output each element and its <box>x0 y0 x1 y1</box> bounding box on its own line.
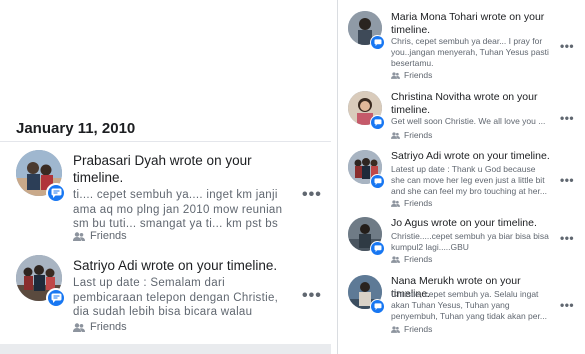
comment-bubble-icon <box>46 288 66 308</box>
post-title[interactable]: Satriyo Adi wrote on your timeline. <box>391 150 551 163</box>
post-body: Get well soon Christie. We all love you … <box>391 116 546 126</box>
privacy-text: Friends <box>404 254 433 264</box>
privacy-text: Friends <box>90 321 127 333</box>
privacy-text: Friends <box>90 230 127 242</box>
more-options-icon[interactable]: ••• <box>302 186 322 204</box>
post-title[interactable]: Satriyo Adi wrote on your timeline. <box>73 257 283 274</box>
friends-icon <box>391 199 400 207</box>
comment-bubble-icon <box>370 35 385 50</box>
divider <box>0 141 331 142</box>
privacy-text: Friends <box>404 324 433 334</box>
privacy-label[interactable]: Friends <box>391 198 432 208</box>
date-header: January 11, 2010 <box>16 120 136 137</box>
post-body: Latest up date : Thank u God because she… <box>391 164 547 196</box>
comment-bubble-icon <box>46 183 66 203</box>
more-options-icon[interactable]: ••• <box>560 298 574 312</box>
privacy-label[interactable]: Friends <box>391 254 432 264</box>
post-body: Christie.....cepet sembuh ya biar bisa b… <box>391 231 549 252</box>
privacy-label[interactable]: Friends <box>391 324 432 334</box>
friends-icon <box>73 322 85 332</box>
privacy-text: Friends <box>404 198 433 208</box>
comment-bubble-icon <box>370 241 385 256</box>
more-options-icon[interactable]: ••• <box>560 173 574 187</box>
privacy-label[interactable]: Friends <box>73 230 127 242</box>
more-options-icon[interactable]: ••• <box>302 287 322 305</box>
comment-bubble-icon <box>370 299 385 314</box>
privacy-label[interactable]: Friends <box>391 130 432 140</box>
friends-icon <box>391 325 400 333</box>
friends-icon <box>391 255 400 263</box>
more-options-icon[interactable]: ••• <box>560 39 574 53</box>
left-timeline-panel: January 11, 2010 Prabasari Dyah wrote on… <box>0 0 331 354</box>
comment-bubble-icon <box>370 115 385 130</box>
post-body: Christie, cepet sembuh ya. Selalu ingat … <box>391 289 547 321</box>
post-body: ti.... cepet sembuh ya.... inget km janj… <box>73 189 283 230</box>
post-title[interactable]: Christina Novitha wrote on your timeline… <box>391 91 551 116</box>
privacy-label[interactable]: Friends <box>73 321 127 333</box>
post-title[interactable]: Maria Mona Tohari wrote on your timeline… <box>391 11 551 36</box>
post-body: Last up date : Semalam dari pembicaraan … <box>73 277 279 318</box>
friends-icon <box>391 71 400 79</box>
privacy-label[interactable]: Friends <box>391 70 432 80</box>
right-timeline-panel: Maria Mona Tohari wrote on your timeline… <box>337 0 585 354</box>
friends-icon <box>73 231 85 241</box>
post-title[interactable]: Prabasari Dyah wrote on your timeline. <box>73 152 283 186</box>
post-title[interactable]: Jo Agus wrote on your timeline. <box>391 217 551 230</box>
friends-icon <box>391 131 400 139</box>
privacy-text: Friends <box>404 70 433 80</box>
divider <box>0 344 331 354</box>
privacy-text: Friends <box>404 130 433 140</box>
comment-bubble-icon <box>370 174 385 189</box>
more-options-icon[interactable]: ••• <box>560 111 574 125</box>
post-body: Chris, cepet sembuh ya dear... I pray fo… <box>391 36 549 68</box>
more-options-icon[interactable]: ••• <box>560 231 574 245</box>
